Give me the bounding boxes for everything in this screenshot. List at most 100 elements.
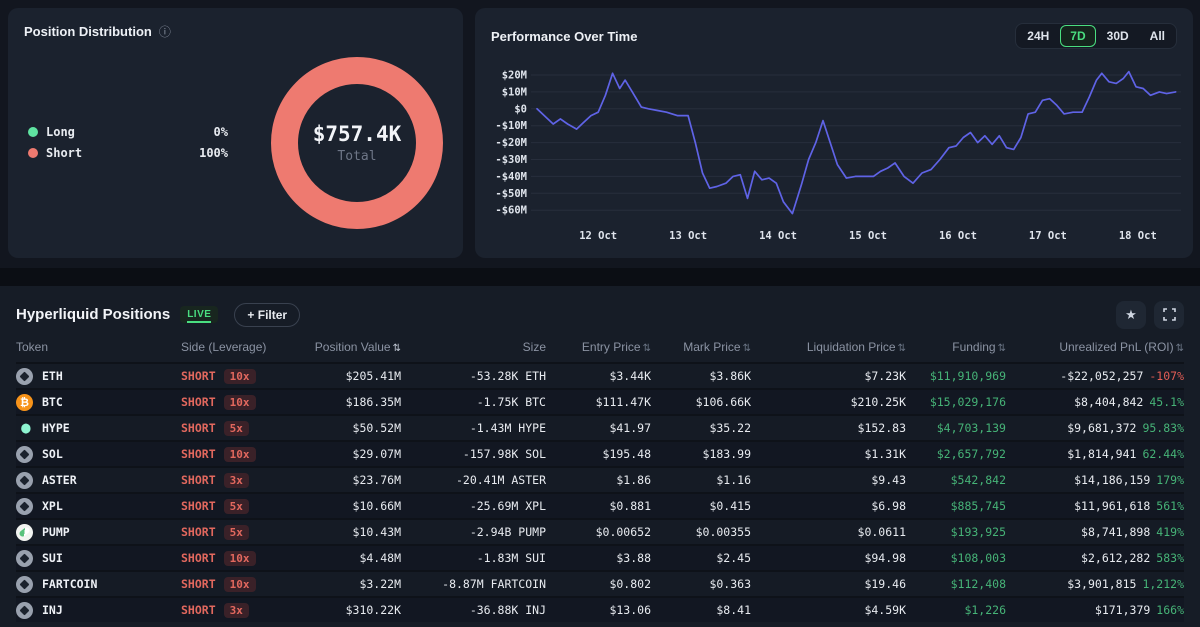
leverage-badge: 10x [223, 576, 256, 592]
roi-value: 419% [1156, 525, 1184, 539]
position-row-xpl[interactable]: XPL SHORT 5x $10.66M -25.69M XPL $0.881 $0.415… [16, 492, 1184, 518]
liquidation-price-cell: $94.98 [864, 551, 906, 565]
position-row-sol[interactable]: SOL SHORT 10x $29.07M -157.98K SOL $195.48 $18… [16, 440, 1184, 466]
sort-icon: ⇅ [897, 343, 906, 354]
position-row-inj[interactable]: INJ SHORT 3x $310.22K -36.88K INJ $13.06 $8.41… [16, 596, 1184, 622]
size-cell: -25.69M XPL [469, 499, 546, 513]
leverage-badge: 10x [223, 550, 256, 566]
token-label: ASTER [42, 473, 77, 487]
leverage-badge: 10x [223, 368, 256, 384]
liquidation-price-cell: $6.98 [871, 499, 906, 513]
sort-icon: ⇅ [642, 343, 651, 354]
live-label: LIVE [187, 309, 212, 323]
pnl-value: $14,186,159 [1074, 473, 1151, 487]
side-cell: SHORT 10x [181, 394, 301, 410]
entry-price-cell: $13.06 [609, 603, 651, 617]
size-cell: -1.43M HYPE [469, 421, 546, 435]
svg-text:$10M: $10M [502, 86, 527, 98]
roi-value: 45.1% [1149, 395, 1184, 409]
favorite-button[interactable]: ★ [1116, 300, 1146, 329]
column-header-size: Size [522, 340, 546, 354]
roi-value: 62.44% [1142, 447, 1184, 461]
token-label: HYPE [42, 421, 70, 435]
position-row-aster[interactable]: ASTER SHORT 3x $23.76M -20.41M ASTER $1.86 $1.… [16, 466, 1184, 492]
column-header-position-value[interactable]: Position Value ⇅ [301, 340, 401, 354]
entry-price-cell: $195.48 [602, 447, 651, 461]
token-cell: SUI [16, 549, 181, 567]
filter-button[interactable]: + Filter [234, 302, 301, 327]
funding-cell: $542,842 [950, 473, 1006, 487]
mark-price-cell: $183.99 [702, 447, 751, 461]
funding-cell: $4,703,139 [936, 421, 1006, 435]
performance-chart: $20M $10M $0 -$10M -$20M -$30M -$40M -$50M -$60M… [495, 70, 1181, 242]
entry-price-cell: $0.881 [609, 499, 651, 513]
position-row-hype[interactable]: ◖◗ HYPE SHORT 5x $50.52M -1.43M HYPE $41.97 $35… [16, 414, 1184, 440]
token-cell: ₿ BTC [16, 393, 181, 411]
positions-title: Hyperliquid Positions [16, 306, 171, 323]
side-label: SHORT [181, 499, 216, 513]
column-header-unrealized-pnl-roi-[interactable]: Unrealized PnL (ROI) ⇅ [1006, 340, 1184, 354]
side-label: SHORT [181, 551, 216, 565]
position-row-btc[interactable]: ₿ BTC SHORT 10x $186.35M -1.75K BTC $111.47K $1… [16, 388, 1184, 414]
size-cell: -20.41M ASTER [455, 473, 546, 487]
range-button-30d[interactable]: 30D [1097, 25, 1139, 47]
position-value-cell: $50.52M [352, 421, 401, 435]
svg-text:15 Oct: 15 Oct [849, 230, 887, 242]
position-row-pump[interactable]: PUMP SHORT 5x $10.43M -2.94B PUMP $0.00652 $0.… [16, 518, 1184, 544]
position-row-eth[interactable]: ETH SHORT 10x $205.41M -53.28K ETH $3.44K $3.8… [16, 362, 1184, 388]
token-icon [16, 575, 33, 593]
legend-item-short[interactable]: Short 100% [28, 143, 228, 164]
column-header-funding[interactable]: Funding ⇅ [906, 340, 1006, 354]
token-label: INJ [42, 603, 63, 617]
mark-price-cell: $3.86K [709, 369, 751, 383]
range-button-all[interactable]: All [1140, 25, 1175, 47]
legend-item-long[interactable]: Long 0% [28, 122, 228, 143]
funding-cell: $15,029,176 [929, 395, 1006, 409]
side-label: SHORT [181, 395, 216, 409]
token-icon [16, 549, 33, 567]
legend-percent: 0% [213, 125, 228, 139]
position-value-cell: $310.22K [345, 603, 401, 617]
funding-cell: $108,003 [950, 551, 1006, 565]
size-cell: -157.98K SOL [462, 447, 546, 461]
dashboard: Position Distribution ⓘ Long 0% Short 100% … [0, 0, 1200, 627]
pnl-value: $11,961,618 [1074, 499, 1151, 513]
size-cell: -2.94B PUMP [469, 525, 546, 539]
token-label: BTC [42, 395, 63, 409]
roi-value: 166% [1156, 603, 1184, 617]
svg-text:-$50M: -$50M [495, 188, 527, 200]
info-icon[interactable]: ⓘ [159, 23, 171, 40]
range-button-24h[interactable]: 24H [1017, 25, 1059, 47]
entry-price-cell: $3.44K [609, 369, 651, 383]
token-cell: ETH [16, 367, 181, 385]
leverage-badge: 5x [223, 524, 249, 540]
side-cell: SHORT 10x [181, 576, 301, 592]
performance-panel: Performance Over Time 24H 7D 30D All $20M $1… [475, 8, 1193, 258]
unrealized-pnl-cell: $1,814,941 62.44% [1006, 447, 1184, 461]
star-icon: ★ [1125, 306, 1137, 322]
side-label: SHORT [181, 421, 216, 435]
column-header-liquidation-price[interactable]: Liquidation Price ⇅ [751, 340, 906, 354]
position-value-cell: $10.43M [352, 525, 401, 539]
position-row-sui[interactable]: SUI SHORT 10x $4.48M -1.83M SUI $3.88 $2.45 $94… [16, 544, 1184, 570]
sort-icon: ⇅ [392, 343, 401, 354]
position-value-cell: $23.76M [352, 473, 401, 487]
column-header-mark-price[interactable]: Mark Price ⇅ [651, 340, 751, 354]
funding-cell: $1,226 [964, 603, 1006, 617]
token-label: XPL [42, 499, 63, 513]
pnl-value: $2,612,282 [1081, 551, 1151, 565]
expand-button[interactable] [1154, 300, 1184, 329]
mark-price-cell: $1.16 [716, 473, 751, 487]
roi-value: 1,212% [1142, 577, 1184, 591]
range-button-7d[interactable]: 7D [1060, 25, 1096, 47]
entry-price-cell: $1.86 [616, 473, 651, 487]
side-label: SHORT [181, 447, 216, 461]
liquidation-price-cell: $19.46 [864, 577, 906, 591]
position-row-fartcoin[interactable]: FARTCOIN SHORT 10x $3.22M -8.87M FARTCOIN $0.… [16, 570, 1184, 596]
liquidation-price-cell: $152.83 [857, 421, 906, 435]
column-header-entry-price[interactable]: Entry Price ⇅ [546, 340, 651, 354]
roi-value: 583% [1156, 551, 1184, 565]
pnl-value: $8,404,842 [1074, 395, 1144, 409]
token-cell: ASTER [16, 471, 181, 489]
donut-chart: $757.4K Total [271, 56, 443, 229]
